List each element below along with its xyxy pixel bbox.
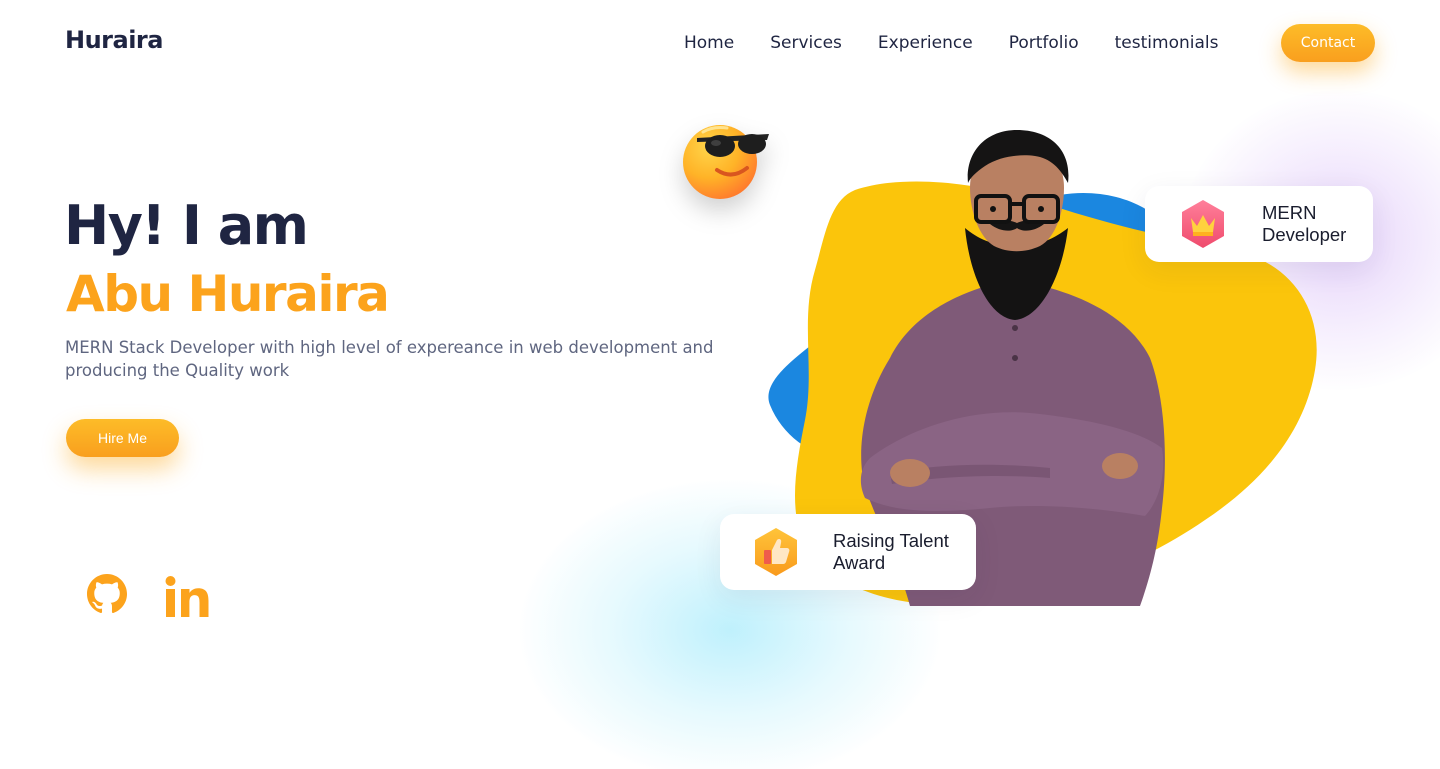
site-logo[interactable]: Huraira bbox=[65, 26, 163, 54]
crown-icon bbox=[1179, 198, 1227, 250]
hero-description-line-1: MERN Stack Developer with high level of … bbox=[65, 338, 714, 357]
award-card-line-2: Award bbox=[833, 552, 886, 573]
mern-card-line-2: Developer bbox=[1262, 224, 1347, 245]
mern-developer-card: MERN Developer bbox=[1145, 186, 1373, 262]
award-card-line-1: Raising Talent bbox=[833, 530, 949, 551]
nav-portfolio[interactable]: Portfolio bbox=[1009, 32, 1079, 54]
nav-services[interactable]: Services bbox=[770, 32, 842, 54]
contact-button[interactable]: Contact bbox=[1281, 24, 1375, 62]
page: Huraira Home Services Experience Portfol… bbox=[0, 0, 1440, 769]
github-icon[interactable] bbox=[85, 572, 129, 618]
mern-card-line-1: MERN bbox=[1262, 202, 1317, 223]
thumbs-up-icon bbox=[752, 526, 800, 578]
linkedin-icon[interactable] bbox=[165, 576, 211, 618]
main-nav: Home Services Experience Portfolio testi… bbox=[684, 32, 1254, 54]
nav-testimonials[interactable]: testimonials bbox=[1115, 32, 1219, 54]
hire-me-button[interactable]: Hire Me bbox=[66, 419, 179, 457]
hero-description-line-2: producing the Quality work bbox=[65, 361, 290, 380]
hero-greeting: Hy! I am bbox=[64, 194, 309, 257]
sunglasses-emoji-icon bbox=[677, 118, 773, 204]
award-card-text: Raising Talent Award bbox=[833, 530, 949, 574]
hero-description: MERN Stack Developer with high level of … bbox=[65, 336, 715, 382]
talent-award-card: Raising Talent Award bbox=[720, 514, 976, 590]
mern-card-text: MERN Developer bbox=[1262, 202, 1346, 246]
hero-name: Abu Huraira bbox=[66, 265, 390, 323]
nav-experience[interactable]: Experience bbox=[878, 32, 973, 54]
nav-home[interactable]: Home bbox=[684, 32, 734, 54]
